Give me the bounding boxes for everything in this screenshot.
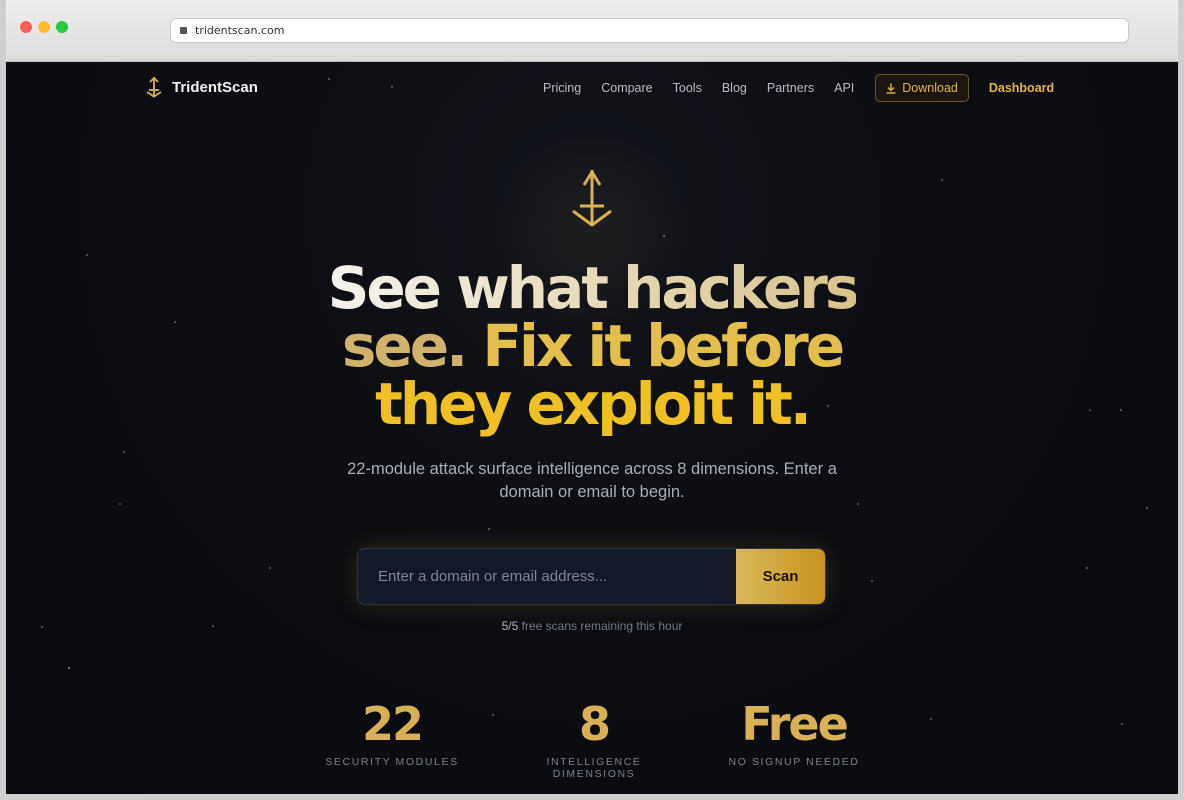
nav-link-tools[interactable]: Tools xyxy=(673,81,702,95)
nav-link-partners[interactable]: Partners xyxy=(767,81,814,95)
main-nav: Pricing Compare Tools Blog Partners API … xyxy=(543,74,1054,102)
nav-link-dashboard[interactable]: Dashboard xyxy=(989,81,1054,95)
nav-link-compare[interactable]: Compare xyxy=(601,81,652,95)
download-icon xyxy=(886,83,896,94)
scan-form: Scan xyxy=(357,548,826,605)
stat-label: NO SIGNUP NEEDED xyxy=(728,756,860,768)
stat-label: SECURITY MODULES xyxy=(325,756,459,768)
site-info-icon[interactable] xyxy=(180,27,187,34)
scans-remaining-text: free scans remaining this hour xyxy=(521,619,683,633)
hero-subtitle: 22-module attack surface intelligence ac… xyxy=(347,460,837,501)
page-viewport: TridentScan Pricing Compare Tools Blog P… xyxy=(6,62,1178,794)
nav-link-blog[interactable]: Blog xyxy=(722,81,747,95)
close-window-button[interactable] xyxy=(20,21,32,33)
trident-icon xyxy=(572,170,612,227)
stat-value: 22 xyxy=(361,697,424,751)
stat-value: 8 xyxy=(578,697,611,751)
download-label: Download xyxy=(902,81,958,95)
stat-security-modules: 22 SECURITY MODULES xyxy=(322,698,462,768)
scan-button[interactable]: Scan xyxy=(736,549,825,604)
stat-value: Free xyxy=(741,697,849,751)
headline-line-3: they exploit it. xyxy=(375,370,812,438)
brand-name: TridentScan xyxy=(172,78,258,96)
browser-chrome: tridentscan.com xyxy=(6,0,1178,62)
stat-intelligence-dimensions: 8 INTELLIGENCE DIMENSIONS xyxy=(504,698,684,780)
trident-icon xyxy=(146,76,162,98)
stat-no-signup: Free NO SIGNUP NEEDED xyxy=(724,698,864,768)
nav-link-api[interactable]: API xyxy=(834,81,854,95)
hero-headline: See what hackers see. Fix it before they… xyxy=(242,259,942,433)
download-button[interactable]: Download xyxy=(875,74,969,102)
scans-remaining-note: 5/5 free scans remaining this hour xyxy=(342,619,842,633)
brand-logo[interactable]: TridentScan xyxy=(145,76,258,98)
address-bar[interactable]: tridentscan.com xyxy=(170,18,1129,43)
maximize-window-button[interactable] xyxy=(56,21,68,33)
domain-email-input[interactable] xyxy=(358,549,736,604)
scans-remaining-count: 5/5 xyxy=(501,619,519,633)
nav-link-pricing[interactable]: Pricing xyxy=(543,81,581,95)
url-text: tridentscan.com xyxy=(195,24,285,37)
minimize-window-button[interactable] xyxy=(38,21,50,33)
stat-label: INTELLIGENCE DIMENSIONS xyxy=(546,756,642,780)
